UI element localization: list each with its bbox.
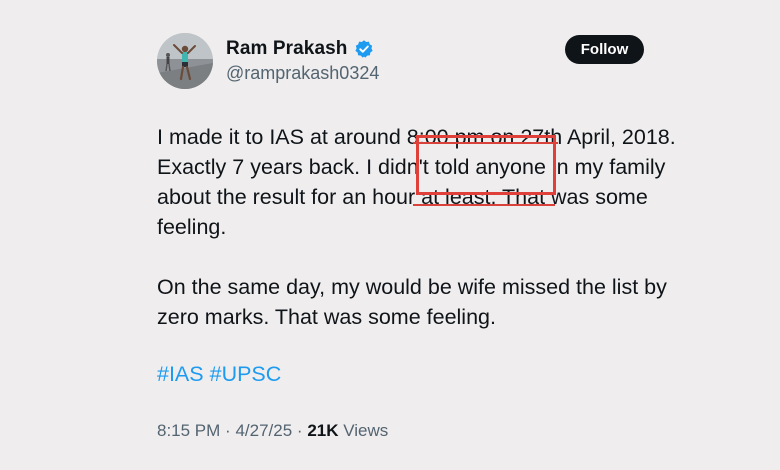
- tweet-meta: 8:15 PM · 4/27/25 · 21K Views: [157, 421, 388, 441]
- hashtag-link[interactable]: #UPSC: [210, 362, 282, 386]
- tweet-paragraph: On the same day, my would be wife missed…: [157, 275, 667, 329]
- meta-separator: ·: [225, 421, 231, 440]
- avatar[interactable]: [157, 33, 213, 89]
- hashtags: #IAS #UPSC: [157, 359, 281, 389]
- tweet-time[interactable]: 8:15 PM: [157, 421, 220, 440]
- author-name-row: Ram Prakash: [226, 38, 374, 60]
- meta-separator: ·: [296, 421, 303, 440]
- follow-button[interactable]: Follow: [565, 35, 644, 64]
- strike-annotation: [413, 204, 555, 206]
- hashtag-link[interactable]: #IAS: [157, 362, 204, 386]
- verified-badge-icon: [354, 39, 374, 59]
- highlight-annotation-box: [416, 135, 556, 195]
- views-label: Views: [343, 421, 389, 440]
- author-handle[interactable]: @ramprakash0324: [226, 63, 379, 84]
- tweet-card: Ram Prakash @ramprakash0324 Follow I mad…: [0, 0, 780, 470]
- profile-photo: [157, 33, 213, 89]
- author-display-name[interactable]: Ram Prakash: [226, 38, 348, 60]
- tweet-date[interactable]: 4/27/25: [235, 421, 292, 440]
- views-count: 21K: [307, 421, 339, 440]
